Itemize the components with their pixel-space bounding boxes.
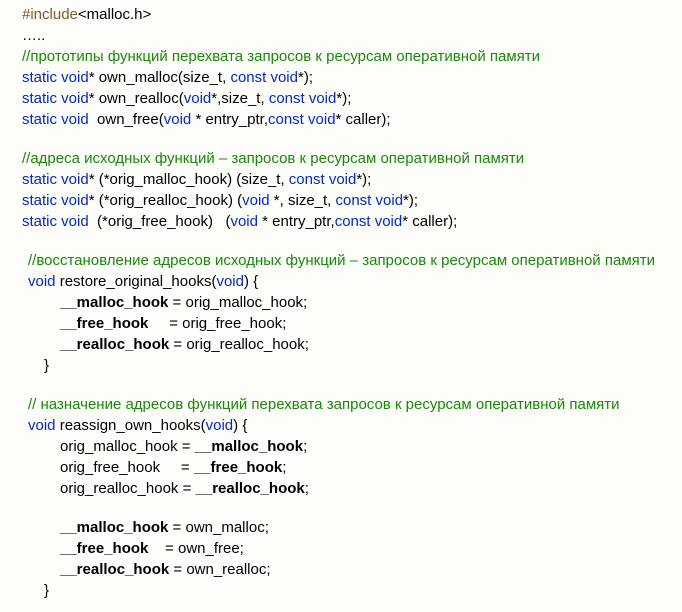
blank-line <box>22 499 682 517</box>
code-text: orig_malloc_hook = <box>60 438 195 455</box>
code-text: ; <box>282 459 286 476</box>
code-text: ) { <box>244 273 258 290</box>
code-text: * caller); <box>336 111 391 128</box>
code-line: static void* own_realloc(void*,size_t, c… <box>22 88 682 109</box>
keyword: const void <box>230 69 298 86</box>
code-text: ) { <box>233 417 247 434</box>
code-text: * own_malloc(size_t, <box>89 69 231 86</box>
keyword: void <box>242 192 270 209</box>
keyword: void <box>216 273 244 290</box>
code-line: } <box>22 355 682 376</box>
code-line: __realloc_hook = orig_realloc_hook; <box>22 334 682 355</box>
code-text: * caller); <box>402 213 457 230</box>
keyword: static void <box>22 213 89 230</box>
keyword: void <box>184 90 212 107</box>
code-text: restore_original_hooks( <box>56 273 217 290</box>
blank-line <box>22 232 682 250</box>
keyword: const void <box>289 171 357 188</box>
code-text: = own_free; <box>148 540 243 557</box>
comment: //восстановление адресов исходных функци… <box>22 250 682 271</box>
code-text: * own_realloc( <box>89 90 184 107</box>
code-text: orig_realloc_hook = <box>60 480 196 497</box>
code-line: orig_realloc_hook = __realloc_hook; <box>22 478 682 499</box>
code-text: = orig_malloc_hook; <box>168 294 307 311</box>
keyword: const void <box>269 90 337 107</box>
code-text: = own_malloc; <box>168 519 268 536</box>
hook-name: __malloc_hook <box>60 294 168 311</box>
comment: //адреса исходных функций – запросов к р… <box>22 148 682 169</box>
keyword: void <box>164 111 192 128</box>
keyword: const void <box>268 111 336 128</box>
code-line: static void* own_malloc(size_t, const vo… <box>22 67 682 88</box>
keyword: static void <box>22 192 89 209</box>
code-text: ; <box>305 480 309 497</box>
code-line: } <box>22 580 682 601</box>
code-text: orig_free_hook = <box>60 459 194 476</box>
blank-line <box>22 376 682 394</box>
keyword: static void <box>22 111 89 128</box>
keyword: void <box>230 213 258 230</box>
keyword: void <box>28 417 56 434</box>
code-line: static void own_free(void * entry_ptr,co… <box>22 109 682 130</box>
code-line: __free_hook = own_free; <box>22 538 682 559</box>
code-text: own_free( <box>89 111 164 128</box>
code-line: __malloc_hook = own_malloc; <box>22 517 682 538</box>
keyword: void <box>28 273 56 290</box>
keyword: const void <box>336 192 404 209</box>
code-text: * (*orig_malloc_hook) (size_t, <box>89 171 289 188</box>
keyword: static void <box>22 90 89 107</box>
code-line: orig_free_hook = __free_hook; <box>22 457 682 478</box>
code-text: (*orig_free_hook) ( <box>89 213 231 230</box>
code-line: __realloc_hook = own_realloc; <box>22 559 682 580</box>
hook-name: __realloc_hook <box>196 480 305 497</box>
hook-name: __realloc_hook <box>60 336 169 353</box>
code-text: * entry_ptr, <box>258 213 335 230</box>
code-text: = orig_free_hook; <box>148 315 286 332</box>
code-text: *, size_t, <box>270 192 336 209</box>
keyword: void <box>206 417 234 434</box>
code-text: *); <box>298 69 313 86</box>
code-text: reassign_own_hooks( <box>56 417 206 434</box>
code-text: *); <box>356 171 371 188</box>
code-text: *,size_t, <box>211 90 269 107</box>
code-line: ….. <box>22 25 682 46</box>
code-line: __free_hook = orig_free_hook; <box>22 313 682 334</box>
code-text: = own_realloc; <box>169 561 270 578</box>
code-line: static void* (*orig_realloc_hook) (void … <box>22 190 682 211</box>
keyword: static void <box>22 69 89 86</box>
comment: //прототипы функций перехвата запросов к… <box>22 46 682 67</box>
code-line: static void (*orig_free_hook) (void * en… <box>22 211 682 232</box>
hook-name: __free_hook <box>60 315 148 332</box>
preprocessor: #include <box>22 6 78 23</box>
hook-name: __free_hook <box>194 459 282 476</box>
hook-name: __malloc_hook <box>60 519 168 536</box>
code-line: __malloc_hook = orig_malloc_hook; <box>22 292 682 313</box>
code-line: #include<malloc.h> <box>22 4 682 25</box>
code-text: *); <box>403 192 418 209</box>
code-line: void restore_original_hooks(void) { <box>22 271 682 292</box>
code-line: static void* (*orig_malloc_hook) (size_t… <box>22 169 682 190</box>
code-text: <malloc.h> <box>78 6 151 23</box>
code-line: void reassign_own_hooks(void) { <box>22 415 682 436</box>
hook-name: __malloc_hook <box>195 438 303 455</box>
code-text: = orig_realloc_hook; <box>169 336 309 353</box>
code-text: * (*orig_realloc_hook) ( <box>89 192 242 209</box>
code-text: ; <box>303 438 307 455</box>
code-document: #include<malloc.h> ….. //прототипы функц… <box>0 0 682 612</box>
keyword: const void <box>335 213 403 230</box>
keyword: static void <box>22 171 89 188</box>
blank-line <box>22 130 682 148</box>
hook-name: __free_hook <box>60 540 148 557</box>
code-line: orig_malloc_hook = __malloc_hook; <box>22 436 682 457</box>
comment: // назначение адресов функций перехвата … <box>22 394 682 415</box>
code-text: *); <box>336 90 351 107</box>
hook-name: __realloc_hook <box>60 561 169 578</box>
code-text: * entry_ptr, <box>191 111 268 128</box>
